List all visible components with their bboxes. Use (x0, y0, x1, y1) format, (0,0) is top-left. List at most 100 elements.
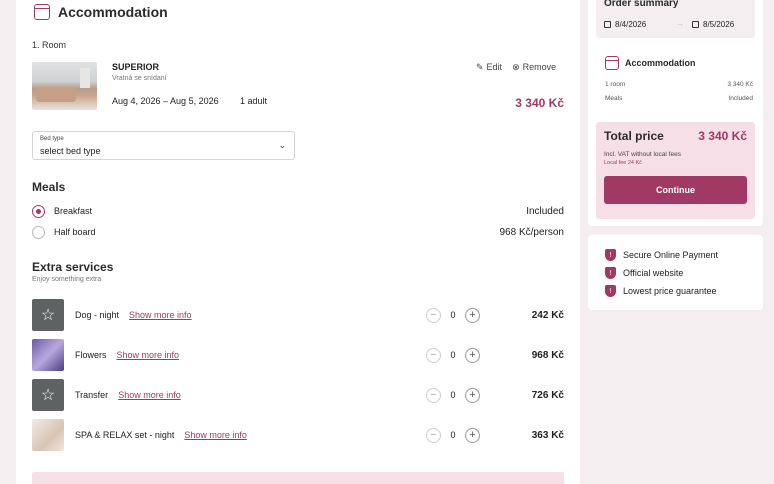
flowers-photo (32, 339, 64, 371)
minus-button[interactable]: − (426, 307, 441, 323)
edit-room-button[interactable]: ✎ Edit (476, 62, 502, 73)
plus-button[interactable]: + (465, 347, 480, 363)
plus-button[interactable]: + (465, 427, 480, 443)
show-more-info-link[interactable]: Show more info (184, 430, 247, 440)
summary-row-value: Included (728, 95, 753, 102)
plus-button[interactable]: + (465, 307, 480, 323)
meal-option-breakfast[interactable]: Breakfast Included (32, 203, 564, 219)
show-more-info-link[interactable]: Show more info (129, 310, 192, 320)
summary-accommodation-label: Accommodation (625, 58, 696, 68)
extra-services-subtitle: Enjoy something extra (32, 276, 102, 283)
close-circle-icon: ⊗ (512, 62, 520, 72)
quantity-value: 0 (450, 390, 456, 400)
meal-price: Included (526, 205, 564, 217)
calendar-icon (692, 21, 699, 28)
total-price-bar (32, 472, 564, 484)
summary-row-room: 1 room 3 340 Kč (605, 81, 753, 88)
quantity-stepper: − 0 + (426, 307, 480, 323)
room-photo-window (80, 68, 90, 88)
edit-label: Edit (486, 62, 503, 72)
extra-name: Dog - night (75, 310, 120, 320)
trust-item-lowest-price: ! Lowest price guarantee (605, 285, 717, 297)
trust-item-secure-payment: ! Secure Online Payment (605, 249, 718, 261)
show-more-info-link[interactable]: Show more info (118, 390, 181, 400)
quantity-stepper: − 0 + (426, 347, 480, 363)
accommodation-header: Accommodation (34, 4, 168, 20)
spa-photo (32, 419, 64, 451)
minus-button[interactable]: − (426, 387, 441, 403)
booking-main-panel: Accommodation 1. Room SUPERIOR Vratná se… (16, 0, 580, 484)
local-fee-note: Local fee 24 Kč (604, 160, 642, 166)
room-number-label: 1. Room (32, 40, 67, 50)
calendar-icon (605, 56, 619, 70)
room-name: SUPERIOR (112, 62, 160, 72)
meals-title: Meals (32, 180, 66, 194)
extra-price: 968 Kč (531, 349, 564, 361)
bed-type-select[interactable]: Bed type select bed type ⌄ (32, 131, 295, 160)
arrow-right-icon: → (676, 19, 684, 28)
plus-button[interactable]: + (465, 387, 480, 403)
room-photo (32, 62, 97, 110)
date-to: 8/5/2026 (692, 20, 734, 29)
calendar-icon (34, 4, 50, 20)
order-summary-title: Order summary (604, 0, 679, 9)
summary-row-label: 1 room (605, 81, 626, 88)
meal-name: Half board (54, 227, 96, 237)
quantity-value: 0 (450, 350, 456, 360)
meal-name: Breakfast (54, 206, 93, 216)
vat-note: Incl. VAT without local fees (604, 151, 681, 158)
room-rate-name: Vratná se snídaní (112, 75, 167, 82)
star-icon: ☆ (32, 299, 64, 331)
radio-selected[interactable] (32, 204, 45, 218)
extra-item-dog-night: ☆ Dog - night Show more info − 0 + 242 K… (32, 299, 564, 331)
trust-label: Official website (623, 268, 684, 278)
date-from: 8/4/2026 (604, 20, 646, 29)
extra-price: 363 Kč (531, 429, 564, 441)
extra-item-transfer: ☆ Transfer Show more info − 0 + 726 Kč (32, 379, 564, 411)
extra-services-title: Extra services (32, 260, 114, 274)
summary-row-meals: Meals Included (605, 95, 753, 102)
remove-label: Remove (522, 62, 557, 72)
room-price: 3 340 Kč (515, 96, 564, 110)
total-price-value: 3 340 Kč (698, 129, 747, 143)
continue-button[interactable]: Continue (604, 176, 747, 204)
quantity-stepper: − 0 + (426, 387, 480, 403)
bed-type-label: Bed type (40, 136, 64, 142)
bed-type-value: select bed type (40, 146, 101, 156)
shield-icon: ! (605, 249, 616, 261)
date-from-value: 8/4/2026 (615, 20, 647, 29)
radio-unselected[interactable] (32, 225, 45, 239)
room-guests: 1 adult (240, 96, 268, 106)
order-summary-panel: Order summary 8/4/2026 → 8/5/2026 Accomm… (588, 0, 763, 226)
room-photo-sofa (36, 88, 76, 102)
total-price-label: Total price (604, 129, 664, 143)
extra-item-flowers: Flowers Show more info − 0 + 968 Kč (32, 339, 564, 371)
quantity-stepper: − 0 + (426, 427, 480, 443)
show-more-info-link[interactable]: Show more info (117, 350, 180, 360)
meal-option-half-board[interactable]: Half board 968 Kč/person (32, 224, 564, 240)
minus-button[interactable]: − (426, 347, 441, 363)
date-to-value: 8/5/2026 (703, 20, 735, 29)
summary-row-label: Meals (605, 95, 623, 102)
total-price-box: Total price 3 340 Kč Incl. VAT without l… (596, 122, 755, 219)
trust-badges-panel: ! Secure Online Payment ! Official websi… (588, 235, 763, 310)
trust-item-official-website: ! Official website (605, 267, 683, 279)
summary-accommodation-header: Accommodation (605, 56, 696, 70)
accommodation-title: Accommodation (58, 4, 168, 20)
order-summary-header: Order summary 8/4/2026 → 8/5/2026 (596, 0, 755, 38)
extra-item-spa-relax: SPA & RELAX set - night Show more info −… (32, 419, 564, 451)
minus-button[interactable]: − (426, 427, 441, 443)
extra-name: Transfer (75, 390, 109, 400)
extra-price: 242 Kč (531, 309, 564, 321)
extra-price: 726 Kč (531, 389, 564, 401)
extra-name: SPA & RELAX set - night (75, 430, 175, 440)
extra-name: Flowers (75, 350, 107, 360)
summary-row-value: 3 340 Kč (727, 81, 753, 88)
calendar-icon (604, 21, 611, 28)
remove-room-button[interactable]: ⊗ Remove (512, 62, 556, 73)
shield-icon: ! (605, 267, 616, 279)
star-icon: ☆ (32, 379, 64, 411)
chevron-down-icon: ⌄ (278, 140, 286, 150)
shield-icon: ! (605, 285, 616, 297)
quantity-value: 0 (450, 430, 456, 440)
